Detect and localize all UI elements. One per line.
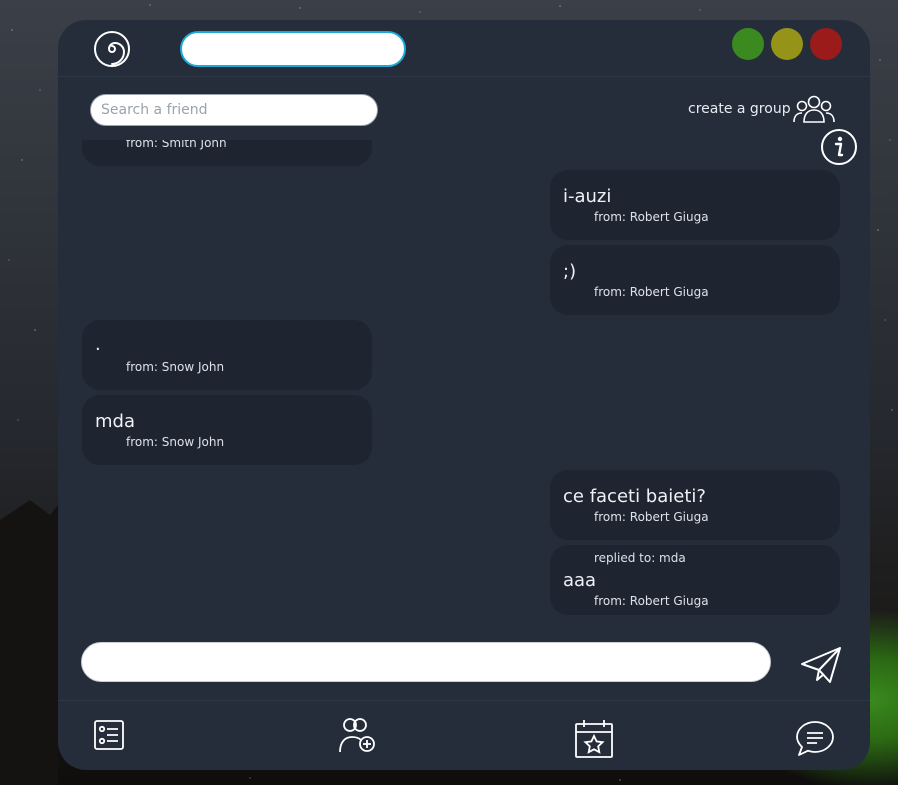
message-text: aaa <box>563 570 597 591</box>
message-sender: from: Robert Giuga <box>594 210 709 224</box>
message-text: ;) <box>563 261 577 282</box>
tasks-icon[interactable] <box>93 719 125 751</box>
send-icon[interactable] <box>800 646 842 684</box>
message-sender: from: Robert Giuga <box>594 510 709 524</box>
message-sender: from: Robert Giuga <box>594 594 709 608</box>
message-text: i-auzi <box>563 186 612 207</box>
top-bar <box>58 20 870 77</box>
message-text: . <box>95 334 101 355</box>
chat-app-window: create a group from: Smith John i-auzi f… <box>58 20 870 770</box>
create-group-link[interactable]: create a group <box>688 101 791 117</box>
message-text: mda <box>95 411 135 432</box>
message-bubble: replied to: mda aaa from: Robert Giuga <box>550 545 840 615</box>
chat-icon[interactable] <box>795 719 835 759</box>
message-bubble: mda from: Snow John <box>82 395 372 465</box>
search-friend-input[interactable] <box>90 94 378 126</box>
reply-reference: replied to: mda <box>594 551 686 565</box>
bottom-nav <box>58 700 870 770</box>
message-list: from: Smith John i-auzi from: Robert Giu… <box>58 140 870 618</box>
maximize-button[interactable] <box>732 28 764 60</box>
top-text-input[interactable] <box>180 31 406 67</box>
add-friend-icon[interactable] <box>338 715 378 755</box>
message-sender: from: Snow John <box>126 360 225 374</box>
message-bubble: i-auzi from: Robert Giuga <box>550 170 840 240</box>
message-bubble: ce faceti baieti? from: Robert Giuga <box>550 470 840 540</box>
message-sender: from: Smith John <box>126 140 227 150</box>
group-icon[interactable] <box>793 94 835 124</box>
swirl-logo-icon <box>94 31 130 67</box>
message-bubble: from: Smith John <box>82 140 372 166</box>
close-button[interactable] <box>810 28 842 60</box>
message-input[interactable] <box>81 642 771 682</box>
message-bubble: . from: Snow John <box>82 320 372 390</box>
message-bubble: ;) from: Robert Giuga <box>550 245 840 315</box>
message-sender: from: Robert Giuga <box>594 285 709 299</box>
minimize-button[interactable] <box>771 28 803 60</box>
message-sender: from: Snow John <box>126 435 225 449</box>
calendar-icon[interactable] <box>574 719 614 759</box>
message-text: ce faceti baieti? <box>563 486 706 507</box>
